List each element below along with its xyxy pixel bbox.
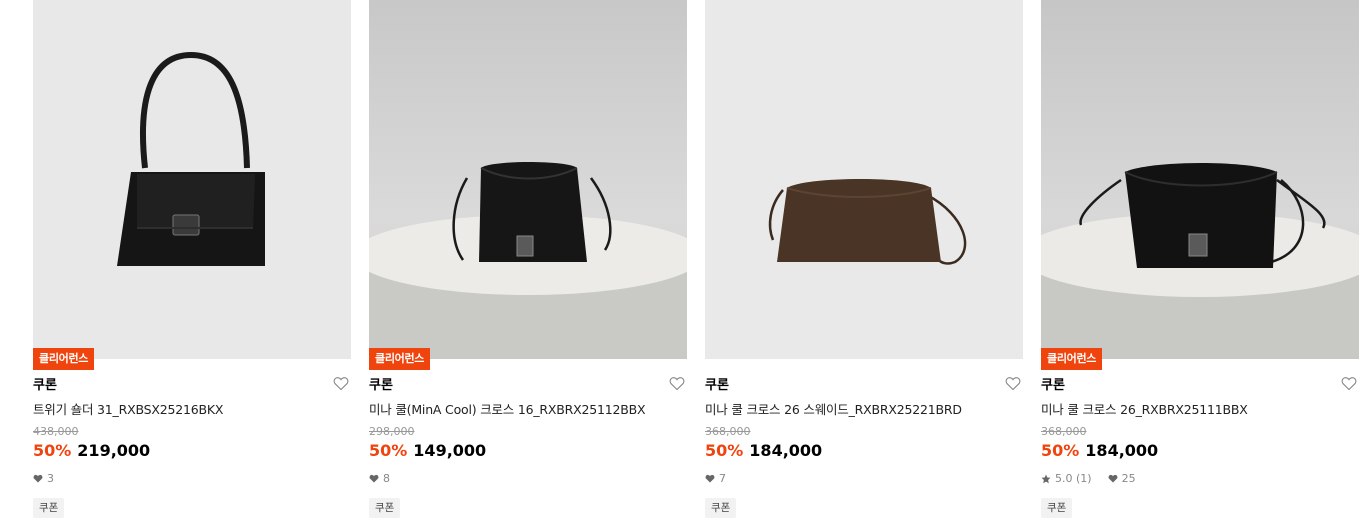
heart-outline-icon[interactable] <box>1005 376 1021 391</box>
product-meta: 5.0 (1) 25 <box>1041 472 1136 485</box>
heart-filled-icon <box>705 474 715 483</box>
sale-price: 149,000 <box>413 441 487 460</box>
product-card[interactable]: 클리어런스 쿠론 미나 쿨 크로스 26_RXBRX25111BBX 368,0… <box>1041 0 1359 526</box>
rating: 5.0 (1) <box>1055 472 1092 485</box>
price-row: 50% 219,000 <box>33 441 150 460</box>
discount-rate: 50% <box>705 441 744 460</box>
product-card[interactable]: 클리어런스 쿠론 미나 쿨(MinA Cool) 크로스 16_RXBRX251… <box>369 0 687 526</box>
product-image[interactable] <box>705 0 1023 359</box>
product-meta: 8 <box>369 472 390 485</box>
product-image[interactable] <box>33 0 351 359</box>
heart-filled-icon <box>33 474 43 483</box>
product-card[interactable]: 쿠론 미나 쿨 크로스 26 스웨이드_RXBRX25221BRD 368,00… <box>705 0 1023 526</box>
star-icon <box>1041 474 1051 483</box>
product-name[interactable]: 트위기 숄더 31_RXBSX25216BKX <box>33 399 333 418</box>
product-image[interactable] <box>369 0 687 359</box>
heart-outline-icon[interactable] <box>669 376 685 391</box>
like-count: 25 <box>1121 472 1136 485</box>
original-price: 438,000 <box>33 425 79 438</box>
product-name[interactable]: 미나 쿨 크로스 26 스웨이드_RXBRX25221BRD <box>705 399 1005 418</box>
heart-filled-icon <box>1108 474 1118 483</box>
brand-name[interactable]: 쿠론 <box>705 374 729 393</box>
coupon-tag: 쿠폰 <box>33 498 65 518</box>
like-count: 3 <box>47 472 54 485</box>
original-price: 368,000 <box>705 425 751 438</box>
discount-rate: 50% <box>1041 441 1080 460</box>
product-name[interactable]: 미나 쿨 크로스 26_RXBRX25111BBX <box>1041 399 1341 418</box>
original-price: 368,000 <box>1041 425 1087 438</box>
sale-price: 219,000 <box>77 441 151 460</box>
coupon-tag: 쿠폰 <box>1041 498 1073 518</box>
heart-outline-icon[interactable] <box>1341 376 1357 391</box>
coupon-tag: 쿠폰 <box>705 498 737 518</box>
coupon-tag: 쿠폰 <box>369 498 401 518</box>
sale-price: 184,000 <box>1085 441 1159 460</box>
price-row: 50% 184,000 <box>1041 441 1158 460</box>
heart-outline-icon[interactable] <box>333 376 349 391</box>
like-count: 8 <box>383 472 390 485</box>
discount-rate: 50% <box>33 441 72 460</box>
product-meta: 7 <box>705 472 726 485</box>
like-count: 7 <box>719 472 726 485</box>
brand-name[interactable]: 쿠론 <box>1041 374 1065 393</box>
discount-rate: 50% <box>369 441 408 460</box>
clearance-badge: 클리어런스 <box>1041 348 1103 370</box>
heart-filled-icon <box>369 474 379 483</box>
brand-name[interactable]: 쿠론 <box>369 374 393 393</box>
product-name[interactable]: 미나 쿨(MinA Cool) 크로스 16_RXBRX25112BBX <box>369 399 669 418</box>
sale-price: 184,000 <box>749 441 823 460</box>
clearance-badge: 클리어런스 <box>33 348 95 370</box>
brand-name[interactable]: 쿠론 <box>33 374 57 393</box>
original-price: 298,000 <box>369 425 415 438</box>
price-row: 50% 184,000 <box>705 441 822 460</box>
clearance-badge: 클리어런스 <box>369 348 431 370</box>
price-row: 50% 149,000 <box>369 441 486 460</box>
product-card[interactable]: 클리어런스 쿠론 트위기 숄더 31_RXBSX25216BKX 438,000… <box>33 0 351 526</box>
product-image[interactable] <box>1041 0 1359 359</box>
product-meta: 3 <box>33 472 54 485</box>
